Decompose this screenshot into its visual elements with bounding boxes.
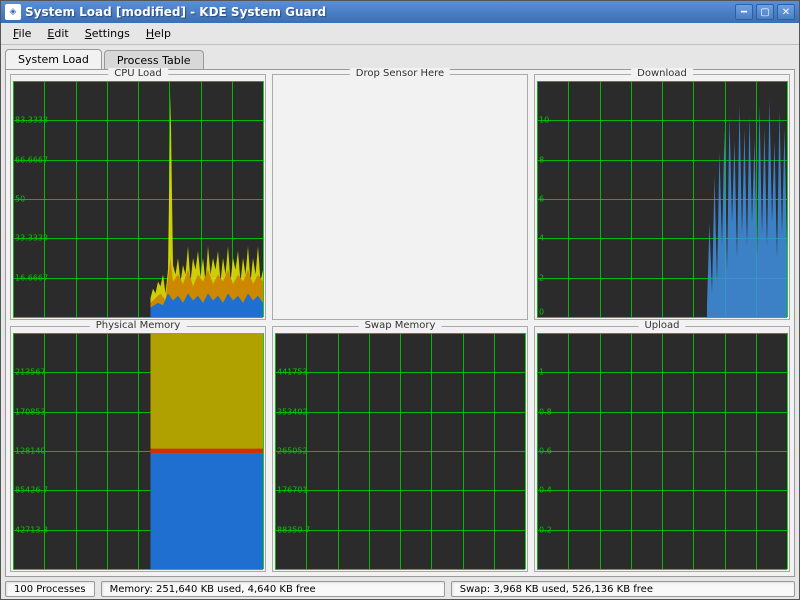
y-tick: 0.6 [539,447,552,456]
y-tick: 213567 [15,368,46,377]
graph-physmem: 213567 170853 128140 85426.7 42713.3 [13,333,263,569]
panel-title: Drop Sensor Here [350,68,450,79]
tab-process-table[interactable]: Process Table [104,50,204,70]
statusbar: 100 Processes Memory: 251,640 KB used, 4… [1,579,799,599]
graph-upload: 1 0.8 0.6 0.4 0.2 [537,333,787,569]
y-tick: 66.6667 [15,155,48,164]
y-tick: 265052 [277,447,308,456]
status-memory: Memory: 251,640 KB used, 4,640 KB free [101,581,445,597]
window-title: System Load [modified] - KDE System Guar… [25,5,735,19]
menu-edit[interactable]: Edit [39,25,76,42]
panel-drop-sensor[interactable]: Drop Sensor Here [272,74,528,320]
y-tick: 0.4 [539,486,552,495]
graph-download: 10 8 6 4 2 0 [537,81,787,317]
panel-title: CPU Load [108,68,168,79]
y-tick: 50 [15,195,25,204]
y-tick: 176701 [277,486,308,495]
status-processes: 100 Processes [5,581,95,597]
menu-file[interactable]: File [5,25,39,42]
cpu-series [13,81,263,317]
graph-cpu: 83.3333 66.6667 50 33.3333 16.6667 [13,81,263,317]
y-tick: 85426.7 [15,486,48,495]
y-tick: 6 [539,195,544,204]
panel-cpu-load[interactable]: CPU Load 83.3333 66.6667 50 33.3333 16.6… [10,74,266,320]
y-tick: 0.2 [539,525,552,534]
minimize-button[interactable]: ━ [735,4,753,20]
status-swap: Swap: 3,968 KB used, 526,136 KB free [451,581,795,597]
panel-title: Upload [638,320,685,331]
y-tick: 0 [539,308,544,317]
y-tick: 83.3333 [15,116,48,125]
y-tick: 33.3333 [15,234,48,243]
grid [537,333,787,569]
window-controls: ━ ▢ ✕ [735,4,795,20]
panel-upload[interactable]: Upload 1 0.8 0.6 0.4 0.2 [534,326,790,572]
panel-title: Swap Memory [359,320,442,331]
graph-swap: 441753 353402 265052 176701 88350.7 [275,333,525,569]
maximize-button[interactable]: ▢ [756,4,774,20]
panel-swap-memory[interactable]: Swap Memory 441753 353402 265052 176701 … [272,326,528,572]
y-tick: 1 [539,368,544,377]
app-icon: ◈ [5,4,21,20]
menu-settings[interactable]: Settings [77,25,138,42]
tabbar: System Load Process Table [1,45,799,69]
y-tick: 88350.7 [277,525,310,534]
panel-title: Physical Memory [90,320,187,331]
menubar: File Edit Settings Help [1,23,799,45]
titlebar[interactable]: ◈ System Load [modified] - KDE System Gu… [1,1,799,23]
y-tick: 42713.3 [15,525,48,534]
y-tick: 128140 [15,447,46,456]
tab-system-load[interactable]: System Load [5,49,102,69]
main-window: ◈ System Load [modified] - KDE System Gu… [0,0,800,600]
menu-help[interactable]: Help [138,25,179,42]
content-area: CPU Load 83.3333 66.6667 50 33.3333 16.6… [5,69,795,577]
y-tick: 0.8 [539,407,552,416]
panel-title: Download [631,68,693,79]
panel-physical-memory[interactable]: Physical Memory 213567 170853 128140 854… [10,326,266,572]
y-tick: 353402 [277,407,308,416]
y-tick: 10 [539,116,549,125]
grid [275,333,525,569]
y-tick: 170853 [15,407,46,416]
close-button[interactable]: ✕ [777,4,795,20]
y-tick: 441753 [277,368,308,377]
drop-area[interactable] [275,81,525,317]
panel-download[interactable]: Download 10 8 6 4 2 0 [534,74,790,320]
download-series [537,81,787,317]
y-tick: 4 [539,234,544,243]
y-tick: 16.6667 [15,273,48,282]
physmem-series [13,333,263,569]
y-tick: 2 [539,273,544,282]
y-tick: 8 [539,155,544,164]
